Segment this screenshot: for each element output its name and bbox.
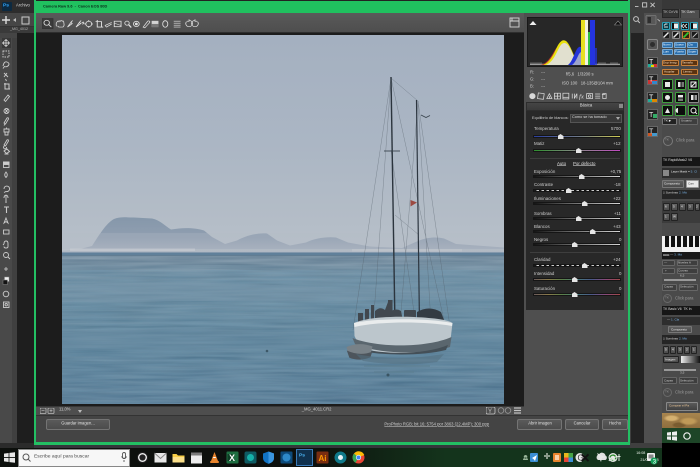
svg-text:Ai: Ai xyxy=(319,454,327,463)
svg-text:T: T xyxy=(649,129,654,136)
svg-text:fx: fx xyxy=(579,94,584,101)
svg-text:T: T xyxy=(649,59,654,66)
svg-text:X: X xyxy=(229,453,235,463)
svg-text:T: T xyxy=(649,77,654,84)
svg-text:T: T xyxy=(649,95,654,102)
